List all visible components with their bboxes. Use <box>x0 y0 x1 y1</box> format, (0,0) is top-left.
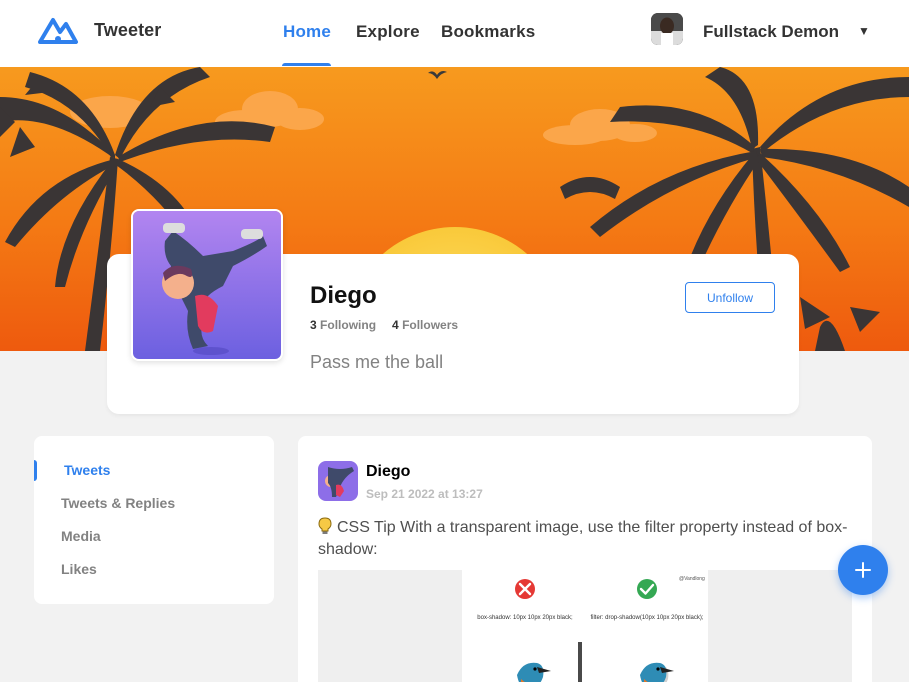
tweet-image-content: @Vandlong box-shadow: 10px 10px 20px bla… <box>462 570 708 682</box>
nav-explore[interactable]: Explore <box>356 22 420 42</box>
sidebar-item-tweets[interactable]: Tweets <box>64 462 110 478</box>
tweeter-logo-icon[interactable] <box>36 14 80 46</box>
sidebar-item-media[interactable]: Media <box>61 528 101 544</box>
user-avatar[interactable] <box>651 13 683 45</box>
image-right-caption: filter: drop-shadow(10px 10px 20px black… <box>590 615 703 621</box>
new-tweet-fab[interactable] <box>838 545 888 595</box>
unfollow-button[interactable]: Unfollow <box>685 282 775 313</box>
followers-count[interactable]: 4 <box>392 318 399 332</box>
tweet-date: Sep 21 2022 at 13:27 <box>366 487 483 501</box>
followers-label[interactable]: Followers <box>402 318 458 332</box>
sidebar-active-indicator <box>34 460 37 481</box>
following-count[interactable]: 3 <box>310 318 317 332</box>
profile-filter-sidebar: Tweets Tweets & Replies Media Likes <box>34 436 274 604</box>
tweet-image[interactable]: @Vandlong box-shadow: 10px 10px 20px bla… <box>318 570 852 682</box>
image-watermark: @Vandlong <box>679 576 705 582</box>
profile-name: Diego <box>310 282 377 309</box>
caret-down-icon[interactable]: ▼ <box>858 24 870 38</box>
image-left-caption: box-shadow: 10px 10px 20px black; <box>477 615 573 621</box>
top-bar: Tweeter Home Explore Bookmarks Fullstack… <box>0 0 909 67</box>
profile-stats: 3 Following 4 Followers <box>310 318 458 332</box>
tweet-text-body: CSS Tip With a transparent image, use th… <box>318 519 848 558</box>
user-name[interactable]: Fullstack Demon <box>703 22 839 42</box>
nav-bookmarks[interactable]: Bookmarks <box>441 22 535 42</box>
plus-icon <box>855 562 871 578</box>
sidebar-item-likes[interactable]: Likes <box>61 561 97 577</box>
tweet-text: CSS Tip With a transparent image, use th… <box>318 517 853 561</box>
tweet-author-name[interactable]: Diego <box>366 463 410 481</box>
nav-home[interactable]: Home <box>283 22 331 42</box>
profile-avatar <box>131 209 283 361</box>
profile-bio: Pass me the ball <box>310 352 444 372</box>
following-label[interactable]: Following <box>320 318 376 332</box>
brand-name: Tweeter <box>94 20 162 40</box>
nav-active-indicator <box>282 63 331 66</box>
sidebar-item-tweets-replies[interactable]: Tweets & Replies <box>61 495 175 511</box>
lightbulb-icon <box>318 517 332 534</box>
tweet-author-avatar[interactable] <box>318 461 358 501</box>
